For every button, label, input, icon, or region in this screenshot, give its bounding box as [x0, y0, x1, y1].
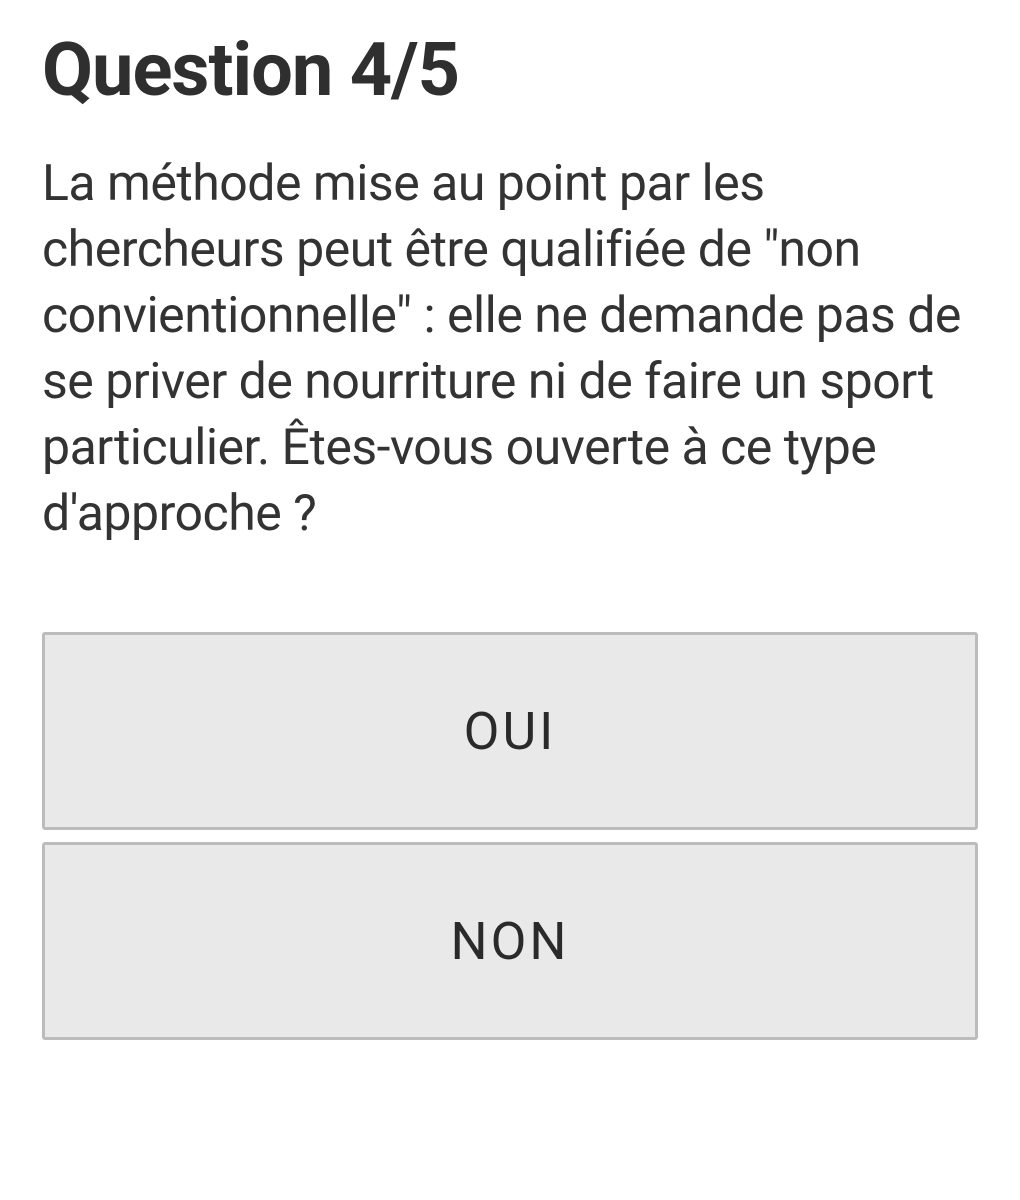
question-title: Question 4/5 — [42, 30, 978, 111]
no-button[interactable]: NON — [42, 842, 978, 1040]
question-text: La méthode mise au point par les cherche… — [42, 151, 978, 547]
answer-buttons-container: OUI NON — [42, 632, 978, 1040]
yes-button[interactable]: OUI — [42, 632, 978, 830]
